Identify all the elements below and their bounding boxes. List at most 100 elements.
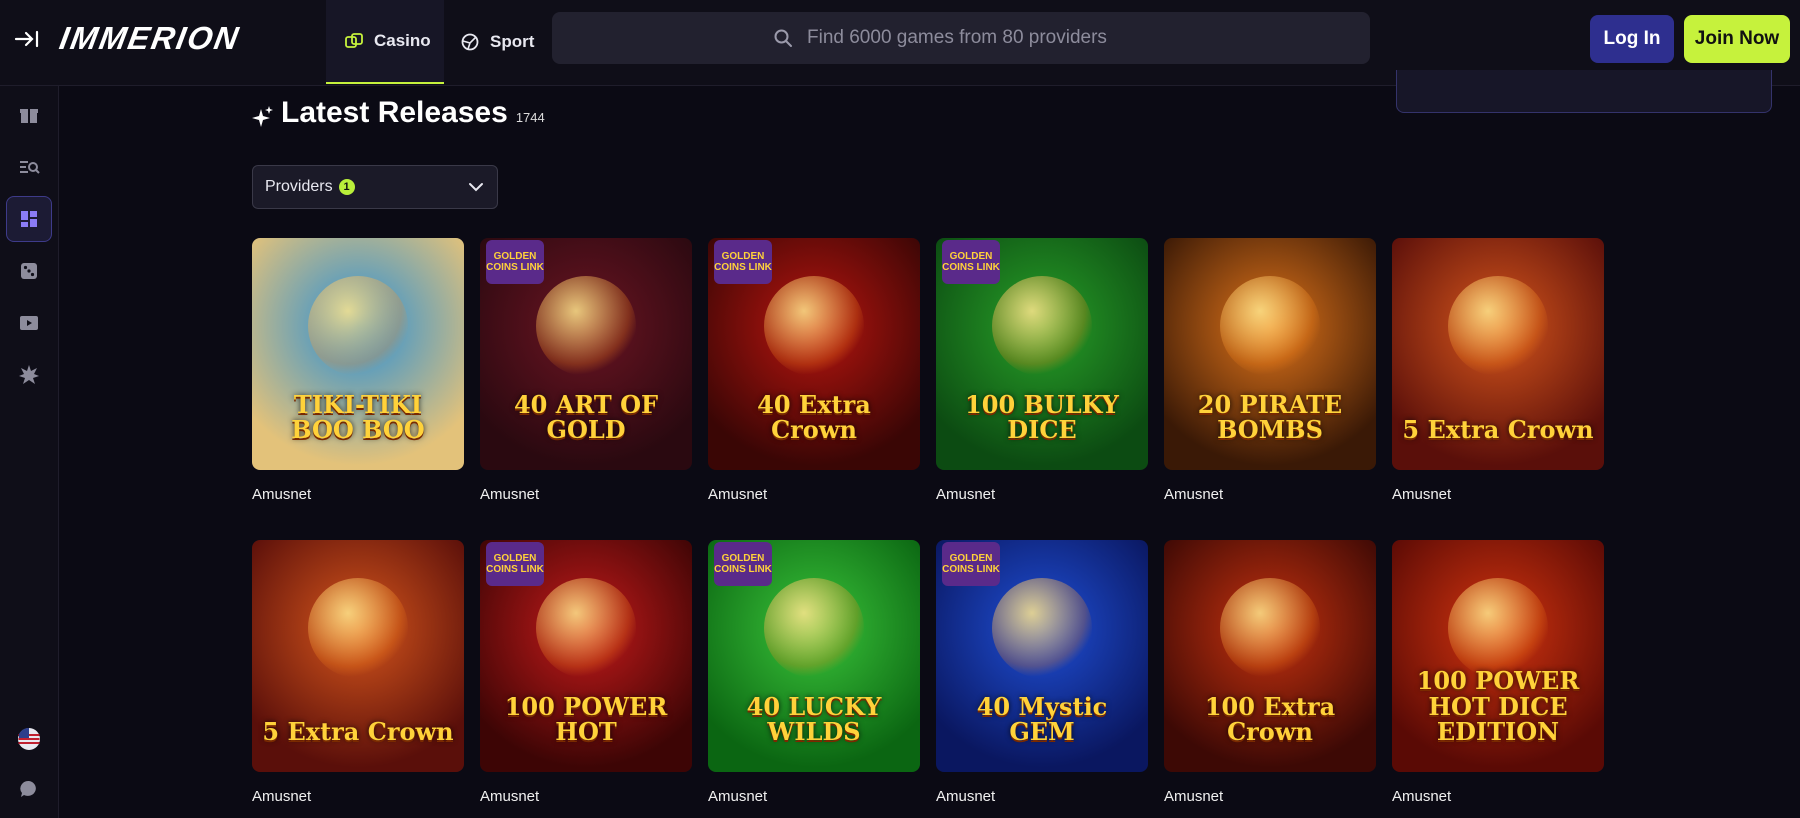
left-sidebar	[0, 86, 59, 818]
chevron-down-icon	[469, 183, 483, 192]
game-tile[interactable]: 100 POWER HOT DICE EDITION Amusnet	[1392, 540, 1604, 805]
game-provider: Amusnet	[252, 486, 312, 503]
play-icon	[20, 316, 38, 330]
game-artwork	[536, 578, 636, 678]
search-input[interactable]	[805, 26, 1149, 50]
login-button[interactable]: Log In	[1590, 15, 1674, 63]
search-bar[interactable]	[552, 12, 1370, 64]
sidebar-item-live[interactable]	[6, 300, 52, 346]
game-title: 100 BULKY DICE	[965, 389, 1119, 444]
golden-coins-badge: GOLDEN COINS LINK	[486, 542, 544, 586]
sidebar-item-specials[interactable]	[6, 352, 52, 398]
game-tile[interactable]: GOLDEN COINS LINK 40 Extra Crown Amusnet	[708, 238, 920, 503]
sidebar-item-promotions[interactable]	[6, 92, 52, 138]
us-flag-icon	[18, 727, 40, 750]
game-thumbnail[interactable]: GOLDEN COINS LINK 100 BULKY DICE	[936, 238, 1148, 470]
providers-label: Providers	[265, 178, 333, 195]
golden-coins-badge: GOLDEN COINS LINK	[942, 542, 1000, 586]
grid-icon	[21, 211, 37, 227]
sidebar-toggle-icon[interactable]	[12, 24, 42, 54]
section-count: 1744	[515, 110, 545, 125]
sidebar-item-search[interactable]	[6, 144, 52, 190]
search-list-icon	[20, 161, 40, 174]
join-now-button[interactable]: Join Now	[1684, 15, 1790, 63]
game-artwork	[764, 276, 864, 376]
golden-coins-badge: GOLDEN COINS LINK	[714, 240, 772, 284]
game-tile[interactable]: GOLDEN COINS LINK 100 BULKY DICE Amusnet	[936, 238, 1148, 503]
chat-icon	[20, 780, 36, 797]
tab-sport-label: Sport	[490, 32, 535, 51]
game-artwork	[1448, 578, 1548, 678]
tab-sport[interactable]: Sport	[460, 0, 560, 84]
section-title: Latest Releases	[281, 96, 508, 129]
section-header: Latest Releases 1744	[281, 96, 545, 130]
game-artwork	[308, 276, 408, 376]
game-tile[interactable]: TIKI-TIKI BOO BOO Amusnet	[252, 238, 464, 503]
game-thumbnail[interactable]: GOLDEN COINS LINK 40 Mystic GEM	[936, 540, 1148, 772]
game-provider: Amusnet	[936, 486, 996, 503]
game-provider: Amusnet	[480, 486, 540, 503]
dice-icon	[345, 33, 363, 48]
game-artwork	[536, 276, 636, 376]
game-thumbnail[interactable]: 5 Extra Crown	[252, 540, 464, 772]
providers-count-badge: 1	[338, 179, 355, 195]
game-tile[interactable]: GOLDEN COINS LINK 40 LUCKY WILDS Amusnet	[708, 540, 920, 805]
game-thumbnail[interactable]: GOLDEN COINS LINK 40 Extra Crown	[708, 238, 920, 470]
game-provider: Amusnet	[1392, 788, 1452, 805]
sidebar-item-lobby[interactable]	[6, 196, 52, 242]
game-artwork	[992, 276, 1092, 376]
game-artwork	[1220, 578, 1320, 678]
game-provider: Amusnet	[708, 486, 768, 503]
game-artwork	[1220, 276, 1320, 376]
game-title: 40 LUCKY WILDS	[746, 691, 882, 746]
game-thumbnail[interactable]: 100 POWER HOT DICE EDITION	[1392, 540, 1604, 772]
gift-icon	[20, 109, 38, 123]
game-thumbnail[interactable]: 20 PIRATE BOMBS	[1164, 238, 1376, 470]
game-provider: Amusnet	[1164, 788, 1224, 805]
promo-card[interactable]	[1396, 70, 1772, 113]
sidebar-item-table-games[interactable]	[6, 248, 52, 294]
game-tile[interactable]: 20 PIRATE BOMBS Amusnet	[1164, 238, 1376, 503]
game-title: 100 POWER HOT DICE EDITION	[1416, 666, 1580, 746]
game-thumbnail[interactable]: 100 Extra Crown	[1164, 540, 1376, 772]
search-icon	[774, 29, 792, 47]
tab-casino-label: Casino	[374, 31, 431, 50]
sparkle-icon	[252, 106, 273, 127]
game-tile[interactable]: GOLDEN COINS LINK 100 POWER HOT Amusnet	[480, 540, 692, 805]
game-provider: Amusnet	[1392, 486, 1452, 503]
golden-coins-badge: GOLDEN COINS LINK	[486, 240, 544, 284]
game-title: 5 Extra Crown	[1402, 414, 1594, 444]
game-artwork	[992, 578, 1092, 678]
language-selector[interactable]	[6, 716, 52, 762]
game-provider: Amusnet	[936, 788, 996, 805]
game-provider: Amusnet	[480, 788, 540, 805]
game-title: 20 PIRATE BOMBS	[1197, 389, 1343, 444]
burst-icon	[19, 365, 39, 384]
game-title: 100 POWER HOT	[504, 691, 668, 746]
brand-logo[interactable]: IMMERION	[57, 20, 243, 57]
game-tile[interactable]: 5 Extra Crown Amusnet	[1392, 238, 1604, 503]
game-title: TIKI-TIKI BOO BOO	[291, 389, 425, 444]
game-tile[interactable]: 5 Extra Crown Amusnet	[252, 540, 464, 805]
game-tile[interactable]: 100 Extra Crown Amusnet	[1164, 540, 1376, 805]
game-artwork	[1448, 276, 1548, 376]
dice-icon	[21, 263, 37, 279]
game-thumbnail[interactable]: GOLDEN COINS LINK 40 ART OF GOLD	[480, 238, 692, 470]
game-provider: Amusnet	[1164, 486, 1224, 503]
ball-icon	[461, 33, 479, 51]
game-provider: Amusnet	[708, 788, 768, 805]
game-artwork	[308, 578, 408, 678]
golden-coins-badge: GOLDEN COINS LINK	[942, 240, 1000, 284]
game-title: 5 Extra Crown	[262, 716, 454, 746]
game-thumbnail[interactable]: GOLDEN COINS LINK 40 LUCKY WILDS	[708, 540, 920, 772]
game-thumbnail[interactable]: TIKI-TIKI BOO BOO	[252, 238, 464, 470]
game-thumbnail[interactable]: 5 Extra Crown	[1392, 238, 1604, 470]
providers-dropdown[interactable]: Providers 1	[252, 165, 498, 209]
game-title: 40 Extra Crown	[757, 389, 871, 444]
game-thumbnail[interactable]: GOLDEN COINS LINK 100 POWER HOT	[480, 540, 692, 772]
golden-coins-badge: GOLDEN COINS LINK	[714, 542, 772, 586]
game-tile[interactable]: GOLDEN COINS LINK 40 ART OF GOLD Amusnet	[480, 238, 692, 503]
game-tile[interactable]: GOLDEN COINS LINK 40 Mystic GEM Amusnet	[936, 540, 1148, 805]
live-chat-button[interactable]	[6, 766, 52, 812]
tab-casino[interactable]: Casino	[326, 0, 444, 84]
